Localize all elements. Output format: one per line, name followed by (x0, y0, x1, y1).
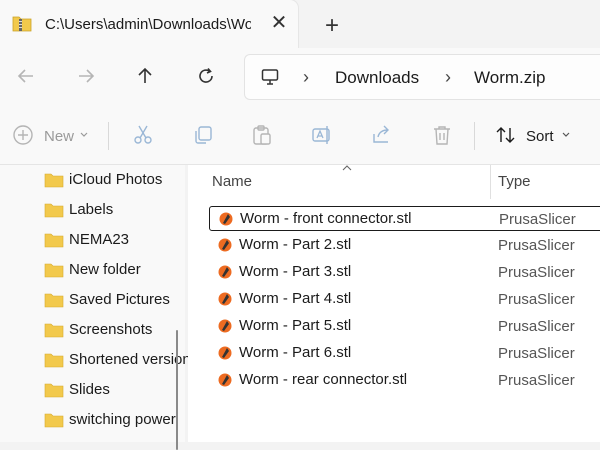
sidebar-item-label: New folder (69, 261, 141, 278)
prusaslicer-icon (218, 373, 232, 387)
sidebar-item-slides[interactable]: Slides (44, 375, 174, 405)
folder-icon (44, 263, 64, 278)
copy-icon[interactable] (192, 124, 214, 146)
file-name: Worm - Part 2.stl (239, 236, 352, 253)
prusaslicer-icon (218, 238, 232, 252)
sidebar-item-icloud-photos[interactable]: iCloud Photos (44, 165, 174, 195)
toolbar-divider (474, 122, 475, 150)
file-name: Worm - Part 3.stl (239, 263, 352, 280)
new-label: New (44, 128, 75, 145)
table-row[interactable]: Worm - rear connector.stl PrusaSlicer (209, 368, 600, 393)
toolbar-divider (108, 122, 109, 150)
table-row[interactable]: Worm - front connector.stl PrusaSlicer (209, 206, 600, 231)
tab-title: C:\Users\admin\Downloads\Worm.zip (45, 16, 251, 33)
folder-icon (44, 203, 64, 218)
address-bar[interactable]: › Downloads › Worm.zip (244, 54, 600, 100)
file-name: Worm - Part 4.stl (239, 290, 352, 307)
prusaslicer-icon (218, 346, 232, 360)
folder-icon (44, 383, 64, 398)
file-name: Worm - Part 5.stl (239, 317, 352, 334)
sidebar-item-label: Screenshots (69, 321, 153, 338)
sidebar-item-label: iCloud Photos (69, 171, 163, 188)
prusaslicer-icon (218, 319, 232, 333)
chevron-up-icon (342, 165, 352, 171)
column-divider[interactable] (490, 165, 491, 199)
command-bar: New Sort (0, 104, 600, 165)
chevron-right-icon: › (303, 67, 309, 87)
new-tab-button[interactable]: + (318, 12, 346, 40)
file-type: PrusaSlicer (498, 291, 575, 308)
table-row[interactable]: Worm - Part 6.stl PrusaSlicer (209, 341, 600, 366)
sidebar-item-label: Slides (69, 381, 110, 398)
sidebar-item-label: NEMA23 (69, 231, 130, 248)
tab-active[interactable]: C:\Users\admin\Downloads\Worm.zip ✕ (0, 0, 298, 48)
sort-button[interactable]: Sort (492, 120, 576, 150)
chevron-down-icon (562, 132, 570, 137)
table-row[interactable]: Worm - Part 4.stl PrusaSlicer (209, 287, 600, 312)
sidebar-item-nema23[interactable]: NEMA23 (44, 225, 174, 255)
new-button[interactable]: New (10, 120, 94, 150)
paste-icon[interactable] (251, 124, 273, 146)
sidebar-item-shortened-versions[interactable]: Shortened versions (44, 345, 189, 375)
folder-icon (44, 413, 64, 428)
navigation-pane: iCloud Photos Labels NEMA23 New folder S… (0, 165, 189, 442)
folder-icon (44, 293, 64, 308)
arrow-left-icon[interactable] (12, 62, 40, 90)
sidebar-item-new-folder[interactable]: New folder (44, 255, 174, 285)
breadcrumb-downloads[interactable]: Downloads (335, 68, 419, 88)
column-header-type[interactable]: Type (498, 173, 531, 190)
sidebar-item-label: Saved Pictures (69, 291, 170, 308)
file-list: Name Type Worm - front connector.stl Pru… (188, 165, 600, 442)
refresh-icon[interactable] (192, 62, 220, 90)
column-header-name[interactable]: Name (212, 173, 252, 190)
rename-icon[interactable] (311, 124, 333, 146)
share-icon[interactable] (371, 124, 393, 146)
table-row[interactable]: Worm - Part 5.stl PrusaSlicer (209, 314, 600, 339)
trash-icon[interactable] (431, 124, 453, 146)
sort-icon (496, 127, 515, 143)
zip-folder-icon (12, 16, 32, 32)
file-type: PrusaSlicer (498, 318, 575, 335)
sidebar-item-switching-power[interactable]: switching power (44, 405, 176, 435)
file-type: PrusaSlicer (498, 372, 575, 389)
file-name: Worm - Part 6.stl (239, 344, 352, 361)
sort-label: Sort (526, 128, 554, 145)
file-type: PrusaSlicer (498, 264, 575, 281)
sidebar-scrollbar[interactable] (176, 330, 178, 450)
file-name: Worm - front connector.stl (240, 210, 412, 227)
sidebar-item-screenshots[interactable]: Screenshots (44, 315, 174, 345)
table-row[interactable]: Worm - Part 3.stl PrusaSlicer (209, 260, 600, 285)
sidebar-item-label: Shortened versions (69, 351, 189, 368)
navigation-bar: › Downloads › Worm.zip (0, 48, 600, 104)
table-row[interactable]: Worm - Part 2.stl PrusaSlicer (209, 233, 600, 258)
sidebar-item-labels[interactable]: Labels (44, 195, 174, 225)
close-icon[interactable]: ✕ (268, 12, 290, 34)
tab-bar: C:\Users\admin\Downloads\Worm.zip ✕ + (0, 0, 600, 52)
sidebar-item-saved-pictures[interactable]: Saved Pictures (44, 285, 174, 315)
file-name: Worm - rear connector.stl (239, 371, 408, 388)
prusaslicer-icon (219, 212, 233, 226)
arrow-up-icon[interactable] (131, 62, 159, 90)
sidebar-item-label: switching power (69, 411, 176, 428)
plus-circle-icon (13, 125, 33, 145)
folder-icon (44, 173, 64, 188)
computer-icon (261, 69, 279, 85)
prusaslicer-icon (218, 292, 232, 306)
file-type: PrusaSlicer (498, 345, 575, 362)
breadcrumb-worm-zip[interactable]: Worm.zip (474, 68, 545, 88)
chevron-right-icon: › (445, 67, 451, 87)
cut-icon[interactable] (132, 124, 154, 146)
sidebar-item-label: Labels (69, 201, 114, 218)
arrow-right-icon[interactable] (72, 62, 100, 90)
folder-icon (44, 323, 64, 338)
folder-icon (44, 233, 64, 248)
chevron-down-icon (80, 132, 88, 137)
file-type: PrusaSlicer (498, 237, 575, 254)
folder-icon (44, 353, 64, 368)
prusaslicer-icon (218, 265, 232, 279)
file-type: PrusaSlicer (499, 211, 576, 228)
